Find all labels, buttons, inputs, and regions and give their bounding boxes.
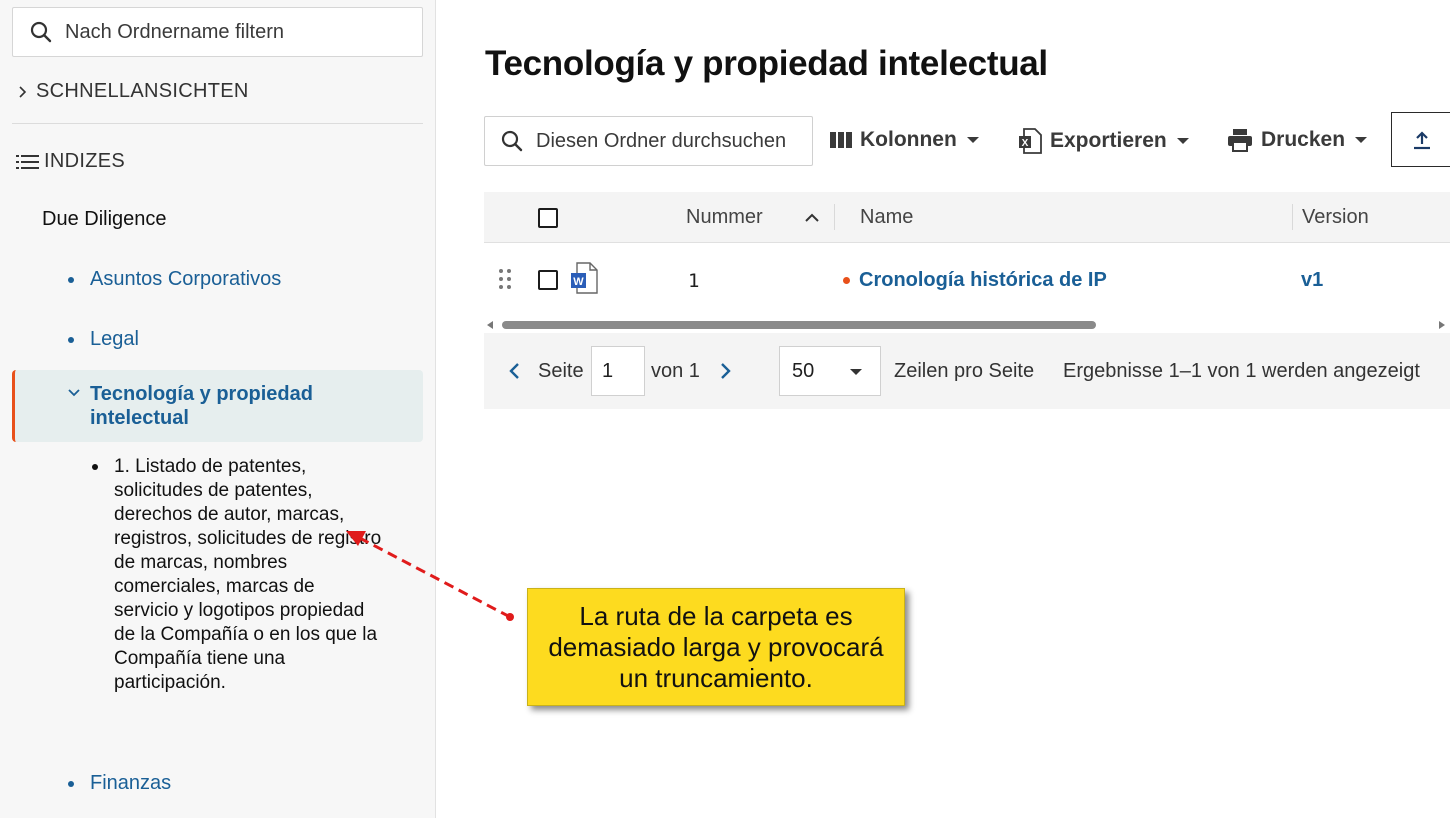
sidebar-item-label: Asuntos Corporativos (90, 268, 282, 290)
columns-label: Kolonnen (860, 128, 957, 151)
rows-per-page-label: Zeilen pro Seite (894, 360, 1035, 382)
column-header-number[interactable]: Nummer (686, 206, 763, 229)
row-checkbox[interactable] (538, 270, 558, 290)
scrollbar-thumb[interactable] (502, 321, 1096, 329)
search-icon (501, 130, 523, 152)
printer-icon (1228, 129, 1252, 152)
chevron-right-icon (19, 85, 27, 98)
index-root-due-diligence[interactable]: Due Diligence (42, 208, 167, 231)
sort-ascending-icon[interactable] (804, 212, 820, 222)
chevron-down-icon (68, 389, 80, 397)
grid-header: Nummer Name Version (484, 192, 1450, 243)
columns-icon (830, 132, 852, 148)
sidebar-item-tecnologia-active[interactable]: Tecnología y propiedad intelectual (12, 370, 423, 442)
column-divider[interactable] (834, 204, 835, 230)
version-link[interactable]: v1 (1301, 269, 1323, 292)
rows-per-page-select[interactable]: 50 (779, 346, 881, 396)
print-label: Drucken (1261, 128, 1346, 151)
sidebar-item-label: Finanzas (90, 772, 172, 794)
bullet-icon (68, 780, 74, 787)
svg-text:W: W (573, 276, 584, 288)
column-divider[interactable] (1292, 204, 1293, 230)
column-header-name[interactable]: Name (860, 206, 913, 229)
page-title: Tecnología y propiedad intelectual (485, 44, 1048, 83)
status-dot-icon (843, 277, 850, 284)
rows-per-page-value: 50 (792, 359, 815, 382)
annotation-callout: La ruta de la carpeta es demasiado larga… (527, 588, 905, 706)
indices-label: INDIZES (44, 150, 125, 172)
table-row[interactable]: W 1 Cronología histórica de IP v1 (484, 244, 1450, 316)
drag-handle-icon[interactable] (498, 268, 512, 290)
page-number-input[interactable]: 1 (591, 346, 645, 396)
previous-page-icon[interactable] (508, 362, 520, 380)
upload-icon (1414, 130, 1430, 149)
next-page-icon[interactable] (720, 362, 732, 380)
bullet-icon (68, 276, 74, 283)
sidebar-item-finanzas[interactable]: Finanzas (68, 772, 171, 795)
caret-down-icon (1355, 137, 1368, 143)
svg-text:X: X (1022, 138, 1029, 149)
sidebar-item-label: Legal (90, 328, 139, 350)
upload-button[interactable] (1391, 112, 1450, 167)
scroll-left-icon[interactable] (486, 320, 494, 330)
excel-export-icon: X (1019, 128, 1042, 154)
folder-filter-field[interactable] (12, 7, 423, 57)
indices-toggle[interactable]: INDIZES (16, 150, 125, 173)
results-summary: Ergebnisse 1–1 von 1 werden angezeigt (1063, 360, 1420, 382)
quick-views-toggle[interactable]: SCHNELLANSICHTEN (16, 80, 249, 103)
scroll-right-icon[interactable] (1438, 320, 1446, 330)
bullet-icon (68, 336, 74, 343)
word-document-icon: W (571, 262, 598, 294)
callout-text: La ruta de la carpeta es demasiado larga… (548, 600, 884, 693)
folder-search-input[interactable] (536, 129, 796, 153)
document-name-link[interactable]: Cronología histórica de IP (859, 269, 1107, 292)
folder-search-field[interactable] (484, 116, 813, 166)
columns-button[interactable]: Kolonnen (830, 128, 979, 152)
sidebar-item-label: Tecnología y propiedad intelectual (90, 383, 313, 429)
caret-down-icon (966, 137, 979, 143)
page-label: Seite (538, 360, 584, 382)
page-total-label: von 1 (651, 360, 700, 382)
print-button[interactable]: Drucken (1227, 128, 1368, 152)
sidebar: SCHNELLANSICHTEN INDIZES Due Diligence A… (0, 0, 436, 818)
search-icon (30, 21, 52, 43)
pagination-bar: Seite 1 von 1 50 Zeilen pro Seite Ergebn… (484, 333, 1450, 409)
caret-down-icon (850, 369, 862, 375)
quick-views-label: SCHNELLANSICHTEN (36, 80, 249, 102)
sidebar-item-legal[interactable]: Legal (68, 328, 139, 351)
row-number: 1 (688, 270, 700, 292)
sidebar-subitem-label: 1. Listado de patentes, solicitudes de p… (114, 456, 382, 693)
horizontal-scrollbar[interactable] (484, 318, 1450, 332)
column-header-version[interactable]: Version (1302, 206, 1369, 229)
sidebar-subitem-patents[interactable]: 1. Listado de patentes, solicitudes de p… (92, 455, 382, 695)
export-button[interactable]: X Exportieren (1018, 128, 1189, 154)
folder-filter-input[interactable] (65, 20, 395, 44)
sidebar-divider (12, 123, 423, 124)
sidebar-item-asuntos-corporativos[interactable]: Asuntos Corporativos (68, 268, 281, 291)
caret-down-icon (1176, 138, 1189, 144)
select-all-checkbox[interactable] (538, 208, 558, 228)
bullet-icon (92, 464, 98, 470)
export-label: Exportieren (1050, 129, 1167, 152)
list-icon (16, 154, 39, 169)
